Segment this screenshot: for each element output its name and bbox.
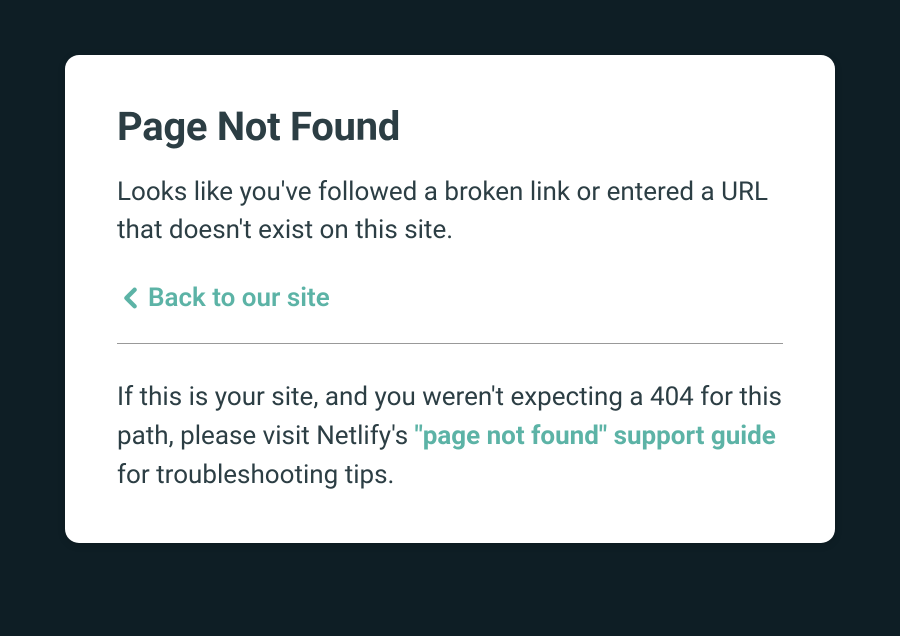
support-text: If this is your site, and you weren't ex…	[117, 378, 783, 495]
back-to-site-link[interactable]: Back to our site	[123, 283, 330, 313]
divider	[117, 343, 783, 344]
back-link-label: Back to our site	[148, 283, 330, 313]
support-suffix: for troubleshooting tips.	[117, 460, 394, 490]
page-title: Page Not Found	[117, 103, 783, 150]
error-card: Page Not Found Looks like you've followe…	[65, 55, 835, 543]
chevron-left-icon	[123, 287, 138, 309]
support-guide-link[interactable]: "page not found" support guide	[415, 421, 776, 451]
error-message: Looks like you've followed a broken link…	[117, 174, 783, 249]
